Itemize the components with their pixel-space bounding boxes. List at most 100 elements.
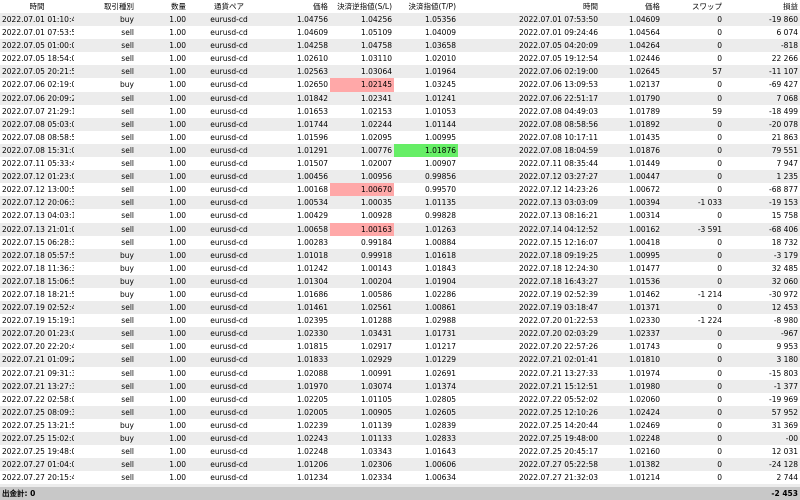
table-row: 2022.07.05 20:21:50 sell 1.00 eurusd-cd 1.02… <box>0 65 800 79</box>
cell-open-price: 1.01018 <box>296 250 328 260</box>
cell-close-price: 1.01876 <box>628 145 660 155</box>
cell-stop-loss: 1.00776 <box>360 145 392 155</box>
cell-trade-type: sell <box>121 394 134 404</box>
cell-stop-loss: 1.05109 <box>360 28 392 38</box>
cell-trade-type: sell <box>121 93 134 103</box>
cell-close-price: 1.00418 <box>628 237 660 247</box>
cell-symbol: eurusd-cd <box>210 54 248 64</box>
cell-profit: 22 266 <box>771 54 798 64</box>
cell-open-price: 1.01842 <box>296 93 328 103</box>
cell-take-profit: 1.02805 <box>424 394 456 404</box>
cell-open-time: 2022.07.18 05:57:55 <box>2 250 74 260</box>
header-close-time: 時間 <box>583 2 598 11</box>
cell-swap: 0 <box>717 276 722 286</box>
cell-symbol: eurusd-cd <box>210 368 248 378</box>
cell-open-time: 2022.07.21 13:27:34 <box>2 381 74 391</box>
cell-close-price: 1.01382 <box>628 460 660 470</box>
cell-profit: 18 732 <box>771 237 798 247</box>
cell-close-price: 1.02424 <box>628 407 660 417</box>
cell-close-time: 2022.07.25 20:45:17 <box>518 447 598 457</box>
cell-open-price: 1.00283 <box>296 237 328 247</box>
cell-open-price: 1.01242 <box>296 263 328 273</box>
cell-volume: 1.00 <box>169 381 186 391</box>
header-trade-type: 取引種別 <box>104 2 134 11</box>
cell-open-price: 1.02650 <box>296 80 328 90</box>
cell-trade-type: sell <box>121 211 134 221</box>
cell-trade-type: sell <box>121 303 134 313</box>
cell-volume: 1.00 <box>169 80 186 90</box>
cell-stop-loss: 1.00204 <box>360 276 392 286</box>
cell-close-price: 1.02160 <box>628 447 660 457</box>
cell-close-price: 1.01743 <box>628 342 660 352</box>
cell-open-price: 1.02248 <box>296 447 328 457</box>
table-row: 2022.07.25 19:48:01 sell 1.00 eurusd-cd 1.02… <box>0 445 800 459</box>
cell-open-price: 1.02239 <box>296 420 328 430</box>
cell-symbol: eurusd-cd <box>210 276 248 286</box>
cell-symbol: eurusd-cd <box>210 329 248 339</box>
cell-close-price: 1.01462 <box>628 289 660 299</box>
cell-profit: 12 453 <box>771 303 798 313</box>
cell-swap: 0 <box>717 420 722 430</box>
cell-symbol: eurusd-cd <box>210 159 248 169</box>
cell-trade-type: sell <box>121 145 134 155</box>
table-row: 2022.07.27 20:15:49 sell 1.00 eurusd-cd 1.01… <box>0 471 800 485</box>
cell-swap: 0 <box>717 368 722 378</box>
cell-open-time: 2022.07.05 20:21:50 <box>2 67 74 77</box>
cell-symbol: eurusd-cd <box>210 460 248 470</box>
cell-volume: 1.00 <box>169 237 186 247</box>
cell-close-time: 2022.07.25 19:48:00 <box>518 434 598 443</box>
cell-stop-loss: 1.02334 <box>360 473 392 483</box>
cell-close-time: 2022.07.06 02:19:00 <box>518 67 598 77</box>
cell-trade-type: sell <box>121 316 134 326</box>
cell-take-profit: 1.00861 <box>424 303 456 313</box>
header-take-profit: 決済指値(T/P) <box>408 2 456 11</box>
cell-close-time: 2022.07.18 09:19:25 <box>518 250 598 260</box>
cell-open-price: 1.00658 <box>296 224 328 234</box>
cell-stop-loss: 1.02341 <box>360 93 392 103</box>
withdrawal-total-label: 出金計: 0 <box>2 489 36 498</box>
cell-take-profit: 1.00634 <box>424 473 456 483</box>
header-open-price: 価格 <box>313 2 328 11</box>
cell-close-time: 2022.07.20 22:57:26 <box>518 342 598 352</box>
table-row: 2022.07.18 11:36:39 buy 1.00 eurusd-cd 1.012… <box>0 261 800 275</box>
table-row: 2022.07.21 13:27:34 sell 1.00 eurusd-cd 1.01… <box>0 379 800 393</box>
cell-close-price: 1.02060 <box>628 394 660 404</box>
cell-volume: 1.00 <box>169 289 186 299</box>
table-row: 2022.07.12 01:23:01 sell 1.00 eurusd-cd 1.00… <box>0 170 800 184</box>
cell-close-price: 1.02330 <box>628 316 660 326</box>
cell-volume: 1.00 <box>169 329 186 339</box>
cell-symbol: eurusd-cd <box>210 250 248 260</box>
cell-profit: 79 551 <box>771 145 798 155</box>
cell-close-price: 1.02645 <box>628 67 660 77</box>
cell-trade-type: buy <box>120 289 134 299</box>
cell-symbol: eurusd-cd <box>210 407 248 417</box>
table-row: 2022.07.25 08:09:30 sell 1.00 eurusd-cd 1.02… <box>0 405 800 419</box>
cell-symbol: eurusd-cd <box>210 211 248 221</box>
cell-close-price: 1.00447 <box>628 172 660 182</box>
cell-swap: 0 <box>717 329 722 339</box>
cell-profit: -68 877 <box>769 185 798 195</box>
cell-open-price: 1.02243 <box>296 434 328 443</box>
cell-swap: 0 <box>717 263 722 273</box>
cell-stop-loss: 1.02917 <box>360 342 392 352</box>
cell-profit: -68 406 <box>769 224 798 234</box>
cell-close-price: 1.04264 <box>628 41 660 51</box>
profit-total: -2 453 <box>771 489 798 498</box>
header-close-price: 価格 <box>645 2 660 11</box>
cell-stop-loss: 1.02306 <box>360 460 392 470</box>
cell-trade-type: sell <box>121 368 134 378</box>
cell-swap: 0 <box>717 355 722 365</box>
cell-profit: -19 153 <box>769 198 798 208</box>
cell-profit: -69 427 <box>769 80 798 90</box>
cell-profit: 2 744 <box>776 473 798 483</box>
cell-close-price: 1.02446 <box>628 54 660 64</box>
cell-take-profit: 1.01135 <box>424 198 456 208</box>
cell-open-time: 2022.07.19 15:19:15 <box>2 316 74 326</box>
cell-open-price: 1.04756 <box>296 15 328 24</box>
cell-swap: 0 <box>717 303 722 313</box>
cell-open-price: 1.02088 <box>296 368 328 378</box>
cell-take-profit: 1.00995 <box>424 132 456 142</box>
cell-symbol: eurusd-cd <box>210 447 248 457</box>
cell-stop-loss: 1.02145 <box>330 78 394 92</box>
header-stop-loss: 決済逆指値(S/L) <box>337 2 392 11</box>
